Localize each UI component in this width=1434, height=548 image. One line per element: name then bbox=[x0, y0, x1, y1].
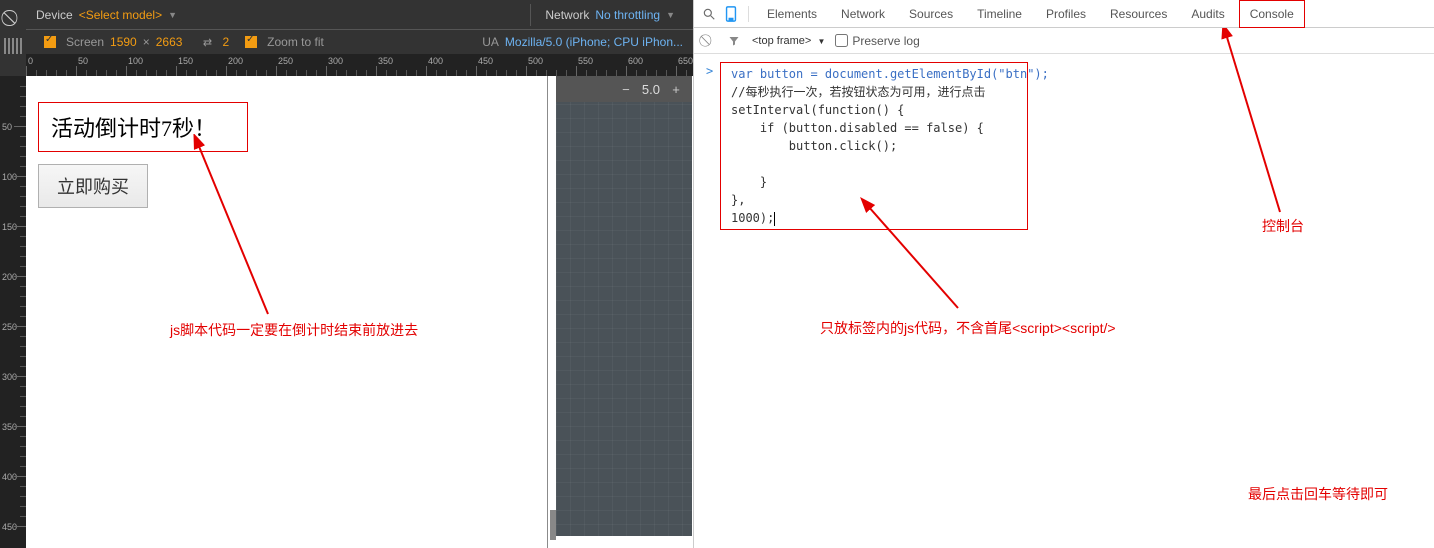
chevron-down-icon[interactable]: ▼ bbox=[666, 10, 675, 20]
countdown-text: 活动倒计时7秒！ bbox=[38, 102, 248, 152]
screen-height[interactable]: 2663 bbox=[156, 35, 183, 49]
device-toolbar-row2: Screen 1590 × 2663 ⇄ 2 Zoom to fit UA Mo… bbox=[26, 30, 693, 54]
device-mode-panel: Device <Select model> ▼ Network No throt… bbox=[0, 0, 693, 548]
pixel-ratio[interactable]: 2 bbox=[222, 35, 229, 49]
tab-console[interactable]: Console bbox=[1239, 0, 1305, 28]
annotation-mid: 只放标签内的js代码，不含首尾<script><script/> bbox=[820, 318, 1116, 338]
console-toolbar: ⃠ <top frame> ▼ Preserve log bbox=[694, 28, 1434, 54]
tab-network[interactable]: Network bbox=[831, 1, 895, 27]
filter-icon[interactable] bbox=[726, 33, 742, 49]
tab-elements[interactable]: Elements bbox=[757, 1, 827, 27]
device-dark-pane: − 5.0 + bbox=[556, 76, 692, 536]
tab-timeline[interactable]: Timeline bbox=[967, 1, 1032, 27]
screen-label: Screen bbox=[66, 35, 104, 49]
device-toolbar-row1: Device <Select model> ▼ Network No throt… bbox=[26, 0, 693, 30]
search-icon[interactable] bbox=[700, 5, 718, 23]
tab-resources[interactable]: Resources bbox=[1100, 1, 1177, 27]
buy-now-button[interactable]: 立即购买 bbox=[38, 164, 148, 208]
tab-sources[interactable]: Sources bbox=[899, 1, 963, 27]
devtools-panel: Elements Network Sources Timeline Profil… bbox=[693, 0, 1434, 548]
zoom-out-button[interactable]: − bbox=[618, 81, 634, 97]
annotation-bottom-right: 最后点击回车等待即可 bbox=[1248, 484, 1388, 504]
preserve-log-checkbox[interactable]: Preserve log bbox=[835, 34, 919, 48]
device-label: Device bbox=[36, 8, 73, 22]
divider bbox=[748, 6, 749, 22]
devtools-tabs: Elements Network Sources Timeline Profil… bbox=[694, 0, 1434, 28]
preserve-log-input[interactable] bbox=[835, 34, 848, 47]
ruler-vertical: 50100150200250300350400450 bbox=[0, 76, 26, 548]
clear-console-icon[interactable]: ⃠ bbox=[700, 33, 716, 49]
frame-selector[interactable]: <top frame> ▼ bbox=[752, 35, 825, 47]
ua-label: UA bbox=[482, 35, 499, 49]
zoom-in-button[interactable]: + bbox=[668, 81, 684, 97]
hamburger-icon[interactable] bbox=[4, 38, 22, 54]
zoom-fit-label: Zoom to fit bbox=[267, 35, 324, 49]
zoom-value: 5.0 bbox=[642, 82, 660, 97]
screen-width[interactable]: 1590 bbox=[110, 35, 137, 49]
chevron-down-icon[interactable]: ▼ bbox=[168, 10, 177, 20]
emulated-viewport: 活动倒计时7秒！ 立即购买 bbox=[26, 76, 548, 548]
console-input[interactable]: var button = document.getElementById("bt… bbox=[720, 62, 1028, 230]
swap-icon[interactable]: ⇄ bbox=[200, 35, 214, 49]
tab-profiles[interactable]: Profiles bbox=[1036, 1, 1096, 27]
network-label: Network bbox=[545, 8, 589, 22]
annotation-left: js脚本代码一定要在倒计时结束前放进去 bbox=[170, 320, 418, 340]
device-select[interactable]: <Select model> bbox=[79, 8, 162, 22]
resize-handle-icon[interactable] bbox=[550, 510, 556, 540]
screen-x: × bbox=[143, 35, 150, 49]
divider bbox=[530, 4, 531, 26]
annotation-top-right: 控制台 bbox=[1262, 216, 1304, 236]
ruler-horizontal: 050100150200250300350400450500550600650 bbox=[26, 54, 693, 76]
screen-checkbox[interactable] bbox=[44, 36, 56, 48]
device-mode-icon[interactable] bbox=[722, 5, 740, 23]
stop-icon[interactable]: ⃠ bbox=[4, 10, 22, 28]
zoom-fit-checkbox[interactable] bbox=[245, 36, 257, 48]
network-value[interactable]: No throttling bbox=[595, 8, 660, 22]
zoom-control: − 5.0 + bbox=[556, 76, 692, 102]
ua-value[interactable]: Mozilla/5.0 (iPhone; CPU iPhon... bbox=[505, 35, 683, 49]
console-body[interactable]: > var button = document.getElementById("… bbox=[694, 54, 1434, 70]
console-prompt-icon: > bbox=[706, 64, 713, 78]
tab-audits[interactable]: Audits bbox=[1181, 1, 1234, 27]
